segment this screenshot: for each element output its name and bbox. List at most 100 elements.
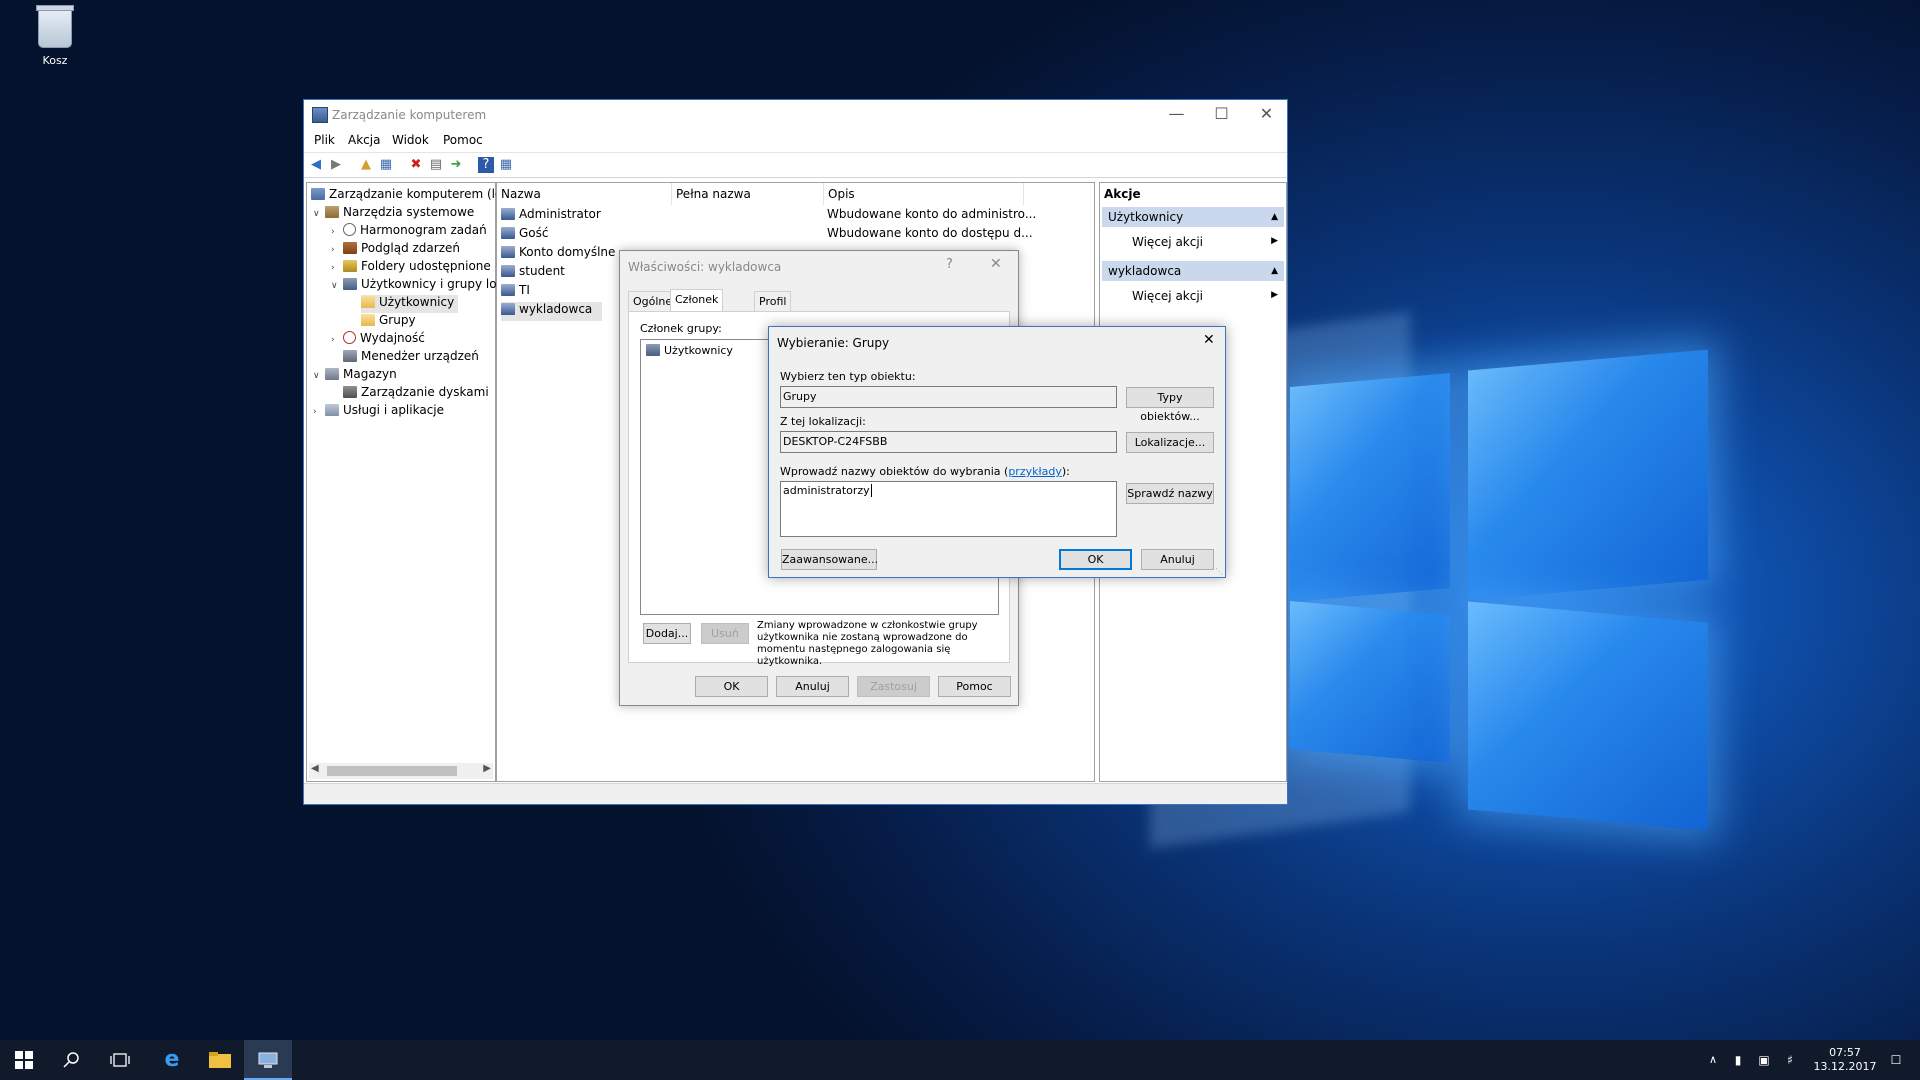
object-names-input[interactable]: administratorzy [780,481,1117,537]
submenu-arrow-icon: ▶ [1271,236,1278,246]
clock-icon [343,223,356,236]
chevron-right-icon[interactable]: › [331,227,343,237]
chevron-right-icon[interactable]: › [331,335,343,345]
apply-button[interactable]: Zastosuj [857,676,930,697]
battery-icon[interactable]: ▮ [1726,1040,1750,1080]
menu-view[interactable]: Widok [392,133,429,147]
properties-icon[interactable]: ▤ [428,157,444,173]
chevron-down-icon[interactable]: ∨ [313,371,325,381]
menu-help[interactable]: Pomoc [443,133,483,147]
show-hide-tree-icon[interactable]: ▦ [378,157,394,173]
clock[interactable]: 07:57 13.12.2017 [1806,1040,1884,1080]
recycle-bin[interactable]: Kosz [30,5,80,67]
scroll-left-icon[interactable]: ◀ [311,763,319,774]
show-hidden-icons[interactable]: ∧ [1702,1040,1724,1080]
cancel-button[interactable]: Anuluj [1141,549,1214,570]
edge-button[interactable]: e [148,1040,196,1080]
advanced-button[interactable]: Zaawansowane... [781,549,878,570]
help-text-button[interactable]: Pomoc [938,676,1011,697]
export-icon[interactable]: ➜ [448,157,464,173]
scroll-thumb[interactable] [327,766,457,776]
chevron-right-icon[interactable]: › [313,407,325,417]
tab-profile[interactable]: Profil [754,291,792,311]
maximize-button[interactable]: ☐ [1199,100,1244,130]
computer-management-taskbar-button[interactable] [244,1040,292,1080]
up-folder-icon[interactable]: ▲ [358,157,374,173]
back-arrow-icon[interactable]: ◀ [308,157,324,173]
title-bar[interactable]: Zarządzanie komputerem — ☐ ✕ [304,100,1287,130]
minimize-button[interactable]: — [1154,100,1199,130]
ok-button[interactable]: OK [1059,549,1132,570]
list-row-selected[interactable]: wykladowca [501,302,603,321]
tree-performance[interactable]: › Wydajność [331,331,425,349]
collapse-up-icon[interactable]: ▲ [1271,207,1278,227]
actions-section-users[interactable]: Użytkownicy ▲ [1102,207,1284,227]
network-icon[interactable]: ▣ [1752,1040,1776,1080]
remove-button[interactable]: Usuń [701,623,749,644]
list-row[interactable]: TI [501,283,530,302]
actions-section-user[interactable]: wykladowca ▲ [1102,261,1284,281]
tree-local-users-groups[interactable]: ∨ Użytkownicy i grupy lok [331,277,503,295]
tree-users[interactable]: Użytkownicy [361,295,459,313]
search-button[interactable] [48,1040,96,1080]
examples-link[interactable]: przykłady [1008,465,1062,478]
check-names-button[interactable]: Sprawdź nazwy [1126,483,1214,504]
menu-action[interactable]: Akcja [348,133,380,147]
action-center-button[interactable]: ☐ [1876,1040,1916,1080]
close-button[interactable]: ✕ [1203,332,1215,348]
file-explorer-button[interactable] [196,1040,244,1080]
performance-icon [343,331,356,344]
chevron-right-icon[interactable]: › [331,263,343,273]
help-button[interactable]: ? [946,257,953,272]
forward-arrow-icon[interactable]: ▶ [328,157,344,173]
location-field: DESKTOP-C24FSBB [780,431,1117,453]
more-actions-users[interactable]: Więcej akcji [1132,235,1203,249]
action-pane-icon[interactable]: ▦ [498,157,514,173]
tree-event-viewer[interactable]: › Podgląd zdarzeń [331,241,460,259]
more-actions-user[interactable]: Więcej akcji [1132,289,1203,303]
start-button[interactable] [0,1040,48,1080]
text-caret [870,484,872,497]
collapse-up-icon[interactable]: ▲ [1271,261,1278,281]
tree-groups[interactable]: Grupy [361,313,416,331]
list-row[interactable]: Administrator [501,207,601,226]
close-button[interactable]: ✕ [990,256,1002,272]
chevron-right-icon[interactable]: › [331,245,343,255]
cancel-button[interactable]: Anuluj [776,676,849,697]
task-view-button[interactable] [96,1040,144,1080]
object-types-button[interactable]: Typy obiektów... [1126,387,1214,423]
tree-root[interactable]: Zarządzanie komputerem (loka [311,187,516,205]
chevron-down-icon[interactable]: ∨ [331,281,343,291]
services-icon [325,404,339,416]
close-button[interactable]: ✕ [1244,100,1289,130]
col-header-name[interactable]: Nazwa [497,183,672,205]
list-row[interactable]: Konto domyślne [501,245,615,264]
recycle-bin-label: Kosz [42,54,68,67]
tree-services-apps[interactable]: › Usługi i aplikacje [313,403,444,421]
toolbar: ◀ ▶ ▲ ▦ ✖ ▤ ➜ ? ▦ [304,152,1287,178]
scroll-right-icon[interactable]: ▶ [483,763,491,774]
help-icon[interactable]: ? [478,157,494,173]
chevron-down-icon[interactable]: ∨ [313,209,325,219]
locations-button[interactable]: Lokalizacje... [1126,432,1214,453]
col-header-description[interactable]: Opis [824,183,1024,205]
volume-muted-icon[interactable]: ♯ [1778,1040,1802,1080]
tree-device-manager[interactable]: Menedżer urządzeń [343,349,479,367]
menu-file[interactable]: Plik [314,133,335,147]
list-item[interactable]: Użytkownicy [646,344,733,357]
add-button[interactable]: Dodaj... [643,623,691,644]
tree-storage[interactable]: ∨ Magazyn [313,367,397,385]
tree-disk-management[interactable]: Zarządzanie dyskami [343,385,489,403]
status-bar [304,783,1287,804]
tree-task-scheduler[interactable]: › Harmonogram zadań [331,223,487,241]
tab-member-of[interactable]: Członek grupy [670,289,724,326]
resize-grip-icon[interactable]: ⋱ [1215,567,1223,576]
list-row[interactable]: Gość [501,226,549,245]
delete-icon[interactable]: ✖ [408,157,424,173]
tree-system-tools[interactable]: ∨ Narzędzia systemowe [313,205,474,223]
tree-hscrollbar[interactable]: ◀ ▶ [309,763,493,779]
ok-button[interactable]: OK [695,676,768,697]
list-row[interactable]: student [501,264,565,283]
tree-shared-folders[interactable]: › Foldery udostępnione [331,259,491,277]
col-header-fullname[interactable]: Pełna nazwa [672,183,824,205]
